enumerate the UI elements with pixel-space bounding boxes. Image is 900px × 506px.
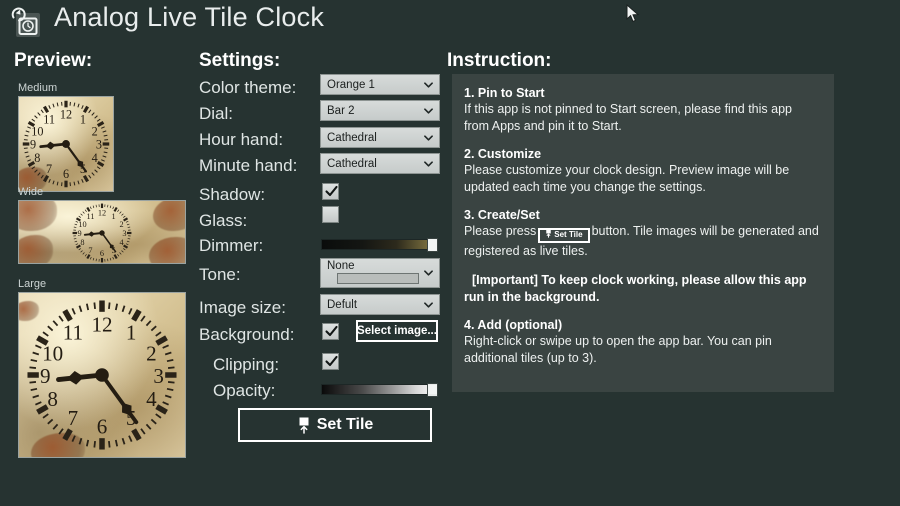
page-title: Analog Live Tile Clock bbox=[54, 2, 325, 32]
chevron-down-icon bbox=[424, 133, 433, 142]
color-theme-dropdown[interactable]: Orange 1 bbox=[320, 74, 440, 95]
svg-text:11: 11 bbox=[43, 112, 55, 126]
minute-hand-dropdown[interactable]: Cathedral bbox=[320, 153, 440, 174]
preview-heading: Preview: bbox=[14, 50, 93, 71]
chevron-down-icon bbox=[424, 159, 433, 168]
clipping-checkbox[interactable] bbox=[322, 353, 339, 370]
preview-tile-large[interactable] bbox=[18, 292, 186, 458]
arrow-pointer-icon bbox=[626, 3, 640, 24]
chevron-down-icon bbox=[424, 269, 433, 278]
shadow-checkbox[interactable] bbox=[322, 183, 339, 200]
leaf-decoration bbox=[19, 235, 53, 263]
svg-text:2: 2 bbox=[92, 125, 98, 139]
chevron-down-icon bbox=[424, 80, 433, 89]
instruction-heading: Instruction: bbox=[447, 50, 552, 71]
tone-dropdown[interactable]: None bbox=[320, 258, 440, 288]
dial-dropdown[interactable]: Bar 2 bbox=[320, 100, 440, 121]
dimmer-slider-thumb[interactable] bbox=[427, 238, 438, 252]
setting-label-shadow: Shadow: bbox=[199, 185, 266, 204]
tone-color-swatch bbox=[337, 273, 419, 284]
svg-text:10: 10 bbox=[31, 125, 43, 139]
chevron-down-icon bbox=[424, 300, 433, 309]
app-window: Analog Live Tile Clock Preview: Settings… bbox=[0, 0, 900, 506]
svg-text:9: 9 bbox=[30, 138, 36, 152]
opacity-slider-thumb[interactable] bbox=[427, 383, 438, 397]
instruction-body-2: Please customize your clock design. Prev… bbox=[464, 163, 790, 194]
instruction-important-note: [Important] To keep clock working, pleas… bbox=[464, 273, 807, 304]
inline-set-tile-label: Set Tile bbox=[554, 229, 583, 239]
clock-refresh-icon bbox=[8, 6, 42, 40]
instruction-title-4: 4. Add (optional) bbox=[464, 318, 563, 333]
instruction-body-4: Right-click or swipe up to open the app … bbox=[464, 334, 772, 365]
checkmark-icon bbox=[325, 185, 338, 197]
setting-label-image-size: Image size: bbox=[199, 298, 286, 317]
setting-label-hour-hand: Hour hand: bbox=[199, 130, 284, 149]
settings-heading: Settings: bbox=[199, 50, 281, 71]
checkmark-icon bbox=[325, 355, 338, 367]
set-tile-button-label: Set Tile bbox=[316, 416, 374, 433]
preview-label-large: Large bbox=[18, 278, 47, 290]
instruction-body-3: Please press Set Tile button. Tile images … bbox=[464, 223, 820, 259]
instruction-title-3: 3. Create/Set bbox=[464, 208, 540, 222]
setting-label-dial: Dial: bbox=[199, 104, 234, 123]
svg-text:4: 4 bbox=[92, 151, 98, 165]
image-size-dropdown[interactable]: Defult bbox=[320, 294, 440, 315]
instruction-body-3-before: Please press bbox=[464, 224, 537, 238]
setting-label-minute-hand: Minute hand: bbox=[199, 156, 298, 175]
clock-face-large bbox=[21, 294, 183, 456]
pin-to-start-icon bbox=[545, 229, 552, 242]
dial-value: Bar 2 bbox=[327, 104, 355, 117]
preview-tile-medium[interactable]: 12 1 2 3 4 5 6 7 8 9 10 11 bbox=[18, 96, 114, 192]
opacity-slider[interactable] bbox=[321, 383, 438, 397]
setting-label-background: Background: bbox=[199, 325, 295, 344]
color-theme-value: Orange 1 bbox=[327, 78, 375, 91]
setting-label-glass: Glass: bbox=[199, 211, 248, 230]
svg-text:6: 6 bbox=[63, 167, 69, 181]
chevron-down-icon bbox=[424, 106, 433, 115]
instruction-title-2: 2. Customize bbox=[464, 147, 542, 161]
svg-text:8: 8 bbox=[34, 151, 40, 165]
pin-to-start-icon bbox=[297, 417, 311, 434]
setting-label-clipping: Clipping: bbox=[213, 355, 280, 374]
instruction-block-1: 1. Pin to Start If this app is not pinne… bbox=[464, 86, 820, 134]
preview-label-medium: Medium bbox=[18, 82, 58, 94]
setting-label-tone: Tone: bbox=[199, 265, 241, 284]
instruction-body-1: If this app is not pinned to Start scree… bbox=[464, 102, 792, 133]
clock-face-medium: 12 1 2 3 4 5 6 7 8 9 10 11 bbox=[19, 97, 113, 191]
setting-label-color-theme: Color theme: bbox=[199, 78, 297, 97]
preview-label-wide: Wide bbox=[18, 186, 44, 198]
hour-hand-value: Cathedral bbox=[327, 131, 377, 144]
instruction-block-3: 3. Create/Set Please press Set Tile button… bbox=[464, 208, 820, 259]
background-checkbox[interactable] bbox=[322, 323, 339, 340]
setting-label-opacity: Opacity: bbox=[213, 381, 276, 400]
instruction-block-4: 4. Add (optional) Right-click or swipe u… bbox=[464, 318, 820, 366]
dimmer-slider[interactable] bbox=[321, 238, 438, 252]
checkmark-icon bbox=[325, 325, 338, 337]
svg-text:1: 1 bbox=[80, 112, 86, 126]
glass-checkbox[interactable] bbox=[322, 206, 339, 223]
setting-label-dimmer: Dimmer: bbox=[199, 236, 264, 255]
svg-text:12: 12 bbox=[60, 108, 72, 122]
preview-tile-wide[interactable] bbox=[18, 200, 186, 264]
instruction-panel: 1. Pin to Start If this app is not pinne… bbox=[452, 74, 834, 392]
instruction-block-2: 2. Customize Please customize your clock… bbox=[464, 147, 820, 195]
svg-text:7: 7 bbox=[46, 162, 52, 176]
select-image-button[interactable]: Select image... bbox=[356, 320, 438, 342]
image-size-value: Defult bbox=[327, 298, 358, 311]
leaf-decoration bbox=[153, 201, 185, 231]
tone-value: None bbox=[327, 260, 355, 272]
svg-text:3: 3 bbox=[96, 138, 102, 152]
inline-set-tile-button[interactable]: Set Tile bbox=[538, 227, 590, 243]
minute-hand-value: Cathedral bbox=[327, 157, 377, 170]
hour-hand-dropdown[interactable]: Cathedral bbox=[320, 127, 440, 148]
instruction-title-1: 1. Pin to Start bbox=[464, 86, 545, 100]
title-bar: Analog Live Tile Clock bbox=[0, 0, 900, 46]
clock-face-wide bbox=[70, 201, 134, 263]
set-tile-button[interactable]: Set Tile bbox=[238, 408, 432, 442]
